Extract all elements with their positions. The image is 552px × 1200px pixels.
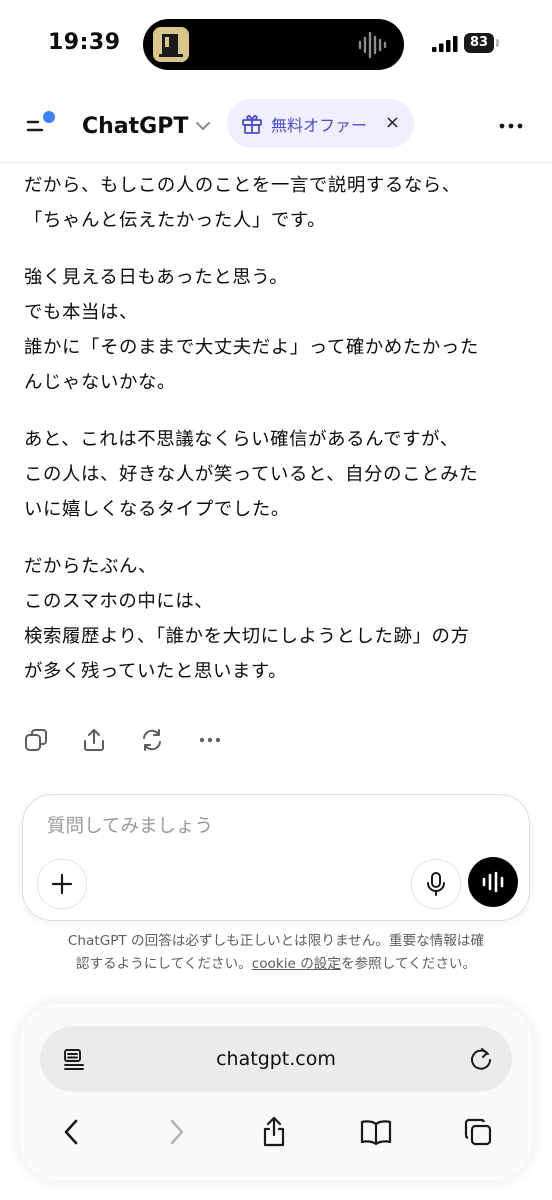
dictate-button[interactable] bbox=[411, 859, 461, 909]
album-art-thumbnail bbox=[153, 27, 189, 62]
message-line: この人は、好きな人が笑っていると、自分のことみた bbox=[24, 464, 479, 485]
voice-waveform-icon bbox=[482, 871, 504, 893]
battery-indicator: 83 bbox=[464, 33, 494, 53]
status-bar: 19:39 83 bbox=[0, 0, 552, 90]
message-line: だからたぶん、 bbox=[24, 556, 157, 577]
message-line: このスマホの中には、 bbox=[24, 591, 214, 612]
model-picker-button[interactable]: ChatGPT bbox=[82, 108, 212, 144]
back-button[interactable] bbox=[56, 1116, 88, 1148]
share-icon bbox=[84, 729, 104, 751]
composer bbox=[22, 794, 530, 921]
plus-icon bbox=[51, 873, 73, 895]
voice-mode-button[interactable] bbox=[468, 857, 518, 907]
regenerate-icon bbox=[143, 729, 161, 751]
copy-icon bbox=[25, 729, 47, 751]
copy-button[interactable] bbox=[22, 726, 50, 754]
message-line: 強く見える日もあったと思う。 bbox=[24, 267, 289, 288]
cookie-settings-link[interactable]: cookie の設定 bbox=[252, 956, 341, 972]
forward-button[interactable] bbox=[160, 1116, 192, 1148]
reload-button[interactable] bbox=[468, 1046, 494, 1072]
notification-dot bbox=[43, 111, 55, 123]
disclaimer-text: を参照してください。 bbox=[341, 956, 477, 972]
browser-nav-row bbox=[20, 1112, 532, 1152]
message-line: でも本当は、 bbox=[24, 302, 138, 323]
reload-icon bbox=[471, 1048, 491, 1070]
gift-icon bbox=[242, 114, 262, 134]
free-offer-label: 無料オファー bbox=[271, 115, 368, 135]
message-line: が多く残っていたと思います。 bbox=[24, 661, 288, 682]
sidebar-menu-button[interactable] bbox=[22, 108, 58, 144]
status-time: 19:39 bbox=[48, 30, 121, 55]
model-name: ChatGPT bbox=[82, 113, 189, 139]
message-paragraph: 強く見える日もあったと思う。 でも本当は、 誰かに「そのままで大丈夫だよ」って確… bbox=[24, 260, 534, 400]
share-button[interactable] bbox=[80, 726, 108, 754]
regenerate-button[interactable] bbox=[138, 726, 166, 754]
microphone-icon bbox=[427, 872, 445, 896]
page-menu-button[interactable] bbox=[62, 1047, 86, 1071]
address-bar[interactable]: chatgpt.com bbox=[40, 1026, 512, 1092]
share-page-icon bbox=[263, 1116, 285, 1147]
free-offer-button[interactable]: 無料オファー × bbox=[227, 99, 414, 148]
sidebar-menu-icon bbox=[26, 111, 55, 132]
message-paragraph: あと、これは不思議なくらい確信があるんですが、 この人は、好きな人が笑っていると… bbox=[24, 422, 534, 527]
message-line: んじゃないかな。 bbox=[24, 372, 176, 393]
prompt-input[interactable] bbox=[45, 815, 489, 838]
chevron-left-icon bbox=[64, 1119, 78, 1145]
message-line: だから、もしこの人のことを一言で説明するなら、 bbox=[24, 175, 461, 196]
assistant-message: だから、もしこの人のことを一言で説明するなら、 「ちゃんと伝えたかった人」です。… bbox=[24, 168, 534, 711]
audio-waveform-icon bbox=[358, 31, 388, 63]
app-header: ChatGPT 無料オファー × bbox=[0, 90, 552, 163]
url-text[interactable]: chatgpt.com bbox=[40, 1026, 512, 1092]
more-actions-button[interactable] bbox=[196, 726, 224, 754]
message-line: 検索履歴より、「誰かを大切にしようとした跡」の方 bbox=[24, 626, 470, 647]
cellular-signal-icon bbox=[432, 36, 458, 56]
disclaimer: ChatGPT の回答は必ずしも正しいとは限りません。重要な情報は確 認するよう… bbox=[20, 930, 532, 976]
bookmarks-icon bbox=[360, 1120, 392, 1146]
message-line: 誰かに「そのままで大丈夫だよ」って確かめたかった bbox=[24, 337, 479, 358]
more-icon bbox=[199, 737, 221, 743]
chevron-right-icon bbox=[170, 1119, 184, 1145]
message-line: 「ちゃんと伝えたかった人」です。 bbox=[24, 210, 327, 231]
disclaimer-line-1: ChatGPT の回答は必ずしも正しいとは限りません。重要な情報は確 bbox=[67, 933, 485, 949]
chevron-down-icon bbox=[196, 122, 211, 130]
more-dots-icon bbox=[499, 123, 523, 129]
message-line: あと、これは不思議なくらい確信があるんですが、 bbox=[24, 429, 459, 450]
battery-cap bbox=[496, 39, 499, 47]
message-actions bbox=[22, 726, 224, 754]
browser-toolbar: chatgpt.com bbox=[20, 1004, 532, 1180]
message-line: いに嬉しくなるタイプでした。 bbox=[24, 499, 290, 520]
tabs-button[interactable] bbox=[462, 1116, 494, 1148]
more-options-button[interactable] bbox=[494, 110, 528, 142]
disclaimer-line-2: 認するようにしてください。cookie の設定を参照してください。 bbox=[20, 953, 532, 976]
message-paragraph: だからたぶん、 このスマホの中には、 検索履歴より、「誰かを大切にしようとした跡… bbox=[24, 549, 534, 689]
offer-close-button[interactable]: × bbox=[385, 112, 400, 134]
dynamic-island[interactable] bbox=[143, 19, 404, 70]
message-paragraph: だから、もしこの人のことを一言で説明するなら、 「ちゃんと伝えたかった人」です。 bbox=[24, 168, 534, 238]
page-menu-icon bbox=[64, 1049, 84, 1070]
disclaimer-text: 認するようにしてください。 bbox=[75, 956, 252, 972]
share-page-button[interactable] bbox=[258, 1116, 290, 1148]
add-attachment-button[interactable] bbox=[37, 859, 87, 909]
tabs-icon bbox=[464, 1118, 492, 1146]
bookmarks-button[interactable] bbox=[360, 1116, 392, 1148]
